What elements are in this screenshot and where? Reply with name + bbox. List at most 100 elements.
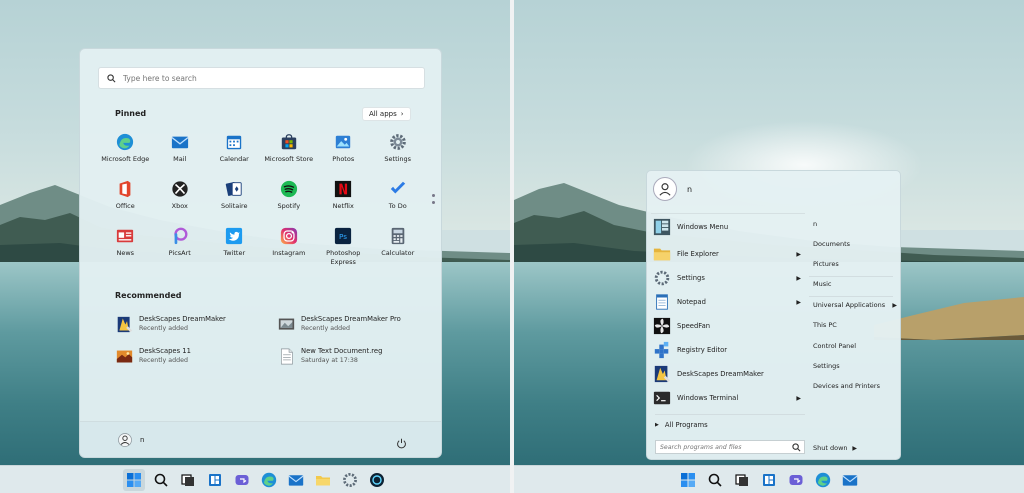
pinned-app-office[interactable]: Office — [98, 180, 153, 227]
store-icon — [280, 133, 298, 151]
pinned-app-edge[interactable]: Microsoft Edge — [98, 133, 153, 180]
photoshop-icon: Ps — [334, 227, 352, 245]
program-item-deskscapes-dreammaker[interactable]: DeskScapes DreamMaker — [653, 363, 805, 385]
pinned-app-calculator[interactable]: Calculator — [371, 227, 426, 274]
user-name: n — [140, 436, 145, 444]
recommended-item[interactable]: New Text Document.reg Saturday at 17:38 — [278, 347, 438, 365]
edge-icon — [261, 472, 276, 487]
pinned-app-spotify[interactable]: Spotify — [262, 180, 317, 227]
program-item-speedfan[interactable]: SpeedFan — [653, 315, 805, 337]
start-button[interactable] — [677, 469, 699, 491]
power-button[interactable] — [396, 434, 407, 453]
pinned-app-settings[interactable]: Settings — [371, 133, 426, 180]
taskbar-app-button[interactable] — [366, 469, 388, 491]
search-box[interactable] — [655, 440, 805, 454]
teams-chat-button[interactable] — [785, 469, 807, 491]
program-item-windows-menu[interactable]: Windows Menu — [653, 216, 805, 238]
program-item-windows-terminal[interactable]: Windows Terminal ▶ — [653, 387, 805, 409]
recommended-item[interactable]: DeskScapes DreamMaker Pro Recently added — [278, 315, 438, 333]
ring-app-icon — [369, 472, 384, 487]
task-view-button[interactable] — [731, 469, 753, 491]
pinned-heading: Pinned — [115, 109, 147, 118]
netflix-icon — [334, 180, 352, 198]
pinned-app-solitaire[interactable]: Solitaire — [207, 180, 262, 227]
user-account-button[interactable]: n — [653, 177, 692, 201]
search-icon — [792, 443, 801, 452]
pinned-app-store[interactable]: Microsoft Store — [262, 133, 317, 180]
chat-icon — [789, 474, 803, 485]
page-indicator[interactable] — [432, 194, 436, 208]
instagram-icon — [280, 227, 298, 245]
recommended-item[interactable]: DeskScapes DreamMaker Recently added — [116, 315, 276, 333]
all-apps-button[interactable]: All apps › — [362, 107, 411, 121]
classic-start-menu: n Windows Menu File Explorer ▶ Settings … — [646, 170, 901, 460]
pinned-apps-grid: Microsoft Edge Mail Calendar Microsoft S… — [98, 133, 425, 274]
pinned-app-photos[interactable]: Photos — [316, 133, 371, 180]
place-item-settings[interactable]: Settings — [813, 359, 897, 373]
program-item-file-explorer[interactable]: File Explorer ▶ — [653, 243, 805, 265]
pinned-app-mail[interactable]: Mail — [153, 133, 208, 180]
place-item-pictures[interactable]: Pictures — [813, 257, 897, 271]
pinned-app-instagram[interactable]: Instagram — [262, 227, 317, 274]
widgets-button[interactable] — [204, 469, 226, 491]
svg-text:Ps: Ps — [339, 232, 347, 241]
place-item-control-panel[interactable]: Control Panel — [813, 339, 897, 353]
cards-icon — [225, 180, 243, 198]
recommended-item[interactable]: DeskScapes 11 Recently added — [116, 347, 276, 365]
taskbar-search-button[interactable] — [150, 469, 172, 491]
windows11-screen: Pinned All apps › Microsoft Edge Mail Ca… — [0, 0, 510, 493]
programs-list: Windows Menu File Explorer ▶ Settings ▶ … — [651, 213, 805, 459]
widgets-icon — [763, 473, 775, 486]
search-input[interactable] — [123, 73, 413, 83]
place-item-universal-applications[interactable]: Universal Applications ▶ — [813, 298, 897, 312]
place-item-documents[interactable]: Documents — [813, 237, 897, 251]
mail-icon — [842, 474, 858, 486]
start-menu: Pinned All apps › Microsoft Edge Mail Ca… — [79, 48, 442, 458]
chevron-right-icon: › — [400, 110, 404, 118]
pinned-app-picsart[interactable]: PicsArt — [153, 227, 208, 274]
taskbar-search-button[interactable] — [704, 469, 726, 491]
folder-icon — [315, 475, 330, 485]
taskbar-mail-button[interactable] — [839, 469, 861, 491]
taskbar-edge-button[interactable] — [258, 469, 280, 491]
pinned-app-xbox[interactable]: Xbox — [153, 180, 208, 227]
program-item-notepad[interactable]: Notepad ▶ — [653, 291, 805, 313]
taskbar-edge-button[interactable] — [812, 469, 834, 491]
teams-chat-button[interactable] — [231, 469, 253, 491]
all-programs-button[interactable]: ▶ All Programs — [655, 414, 805, 429]
classic-shell-screen: n Windows Menu File Explorer ▶ Settings … — [514, 0, 1024, 493]
place-item-user-folder[interactable]: n — [813, 217, 897, 231]
calculator-icon — [389, 227, 407, 245]
widgets-button[interactable] — [758, 469, 780, 491]
pinned-app-news[interactable]: News — [98, 227, 153, 274]
pinned-app-twitter[interactable]: Twitter — [207, 227, 262, 274]
task-view-button[interactable] — [177, 469, 199, 491]
submenu-arrow-icon: ▶ — [796, 298, 801, 306]
taskbar-file-explorer-button[interactable] — [312, 469, 334, 491]
taskbar-settings-button[interactable] — [339, 469, 361, 491]
pinned-app-calendar[interactable]: Calendar — [207, 133, 262, 180]
program-item-settings[interactable]: Settings ▶ — [653, 267, 805, 289]
search-box[interactable] — [98, 67, 425, 89]
task-view-icon — [180, 473, 194, 486]
pinned-app-photoshop-express[interactable]: Ps Photoshop Express — [316, 227, 371, 274]
menu-separator — [809, 296, 893, 297]
user-name: n — [687, 184, 693, 194]
program-item-registry-editor[interactable]: Registry Editor — [653, 339, 805, 361]
user-account-button[interactable]: n — [118, 433, 144, 447]
windows-menu-icon — [653, 218, 671, 236]
pinned-app-netflix[interactable]: Netflix — [316, 180, 371, 227]
search-input[interactable] — [660, 443, 788, 451]
taskbar-mail-button[interactable] — [285, 469, 307, 491]
place-item-music[interactable]: Music — [813, 277, 897, 291]
place-item-this-pc[interactable]: This PC — [813, 318, 897, 332]
gear-icon — [389, 133, 407, 151]
registry-editor-icon — [653, 341, 671, 359]
start-button[interactable] — [122, 468, 145, 491]
place-item-devices-printers[interactable]: Devices and Printers — [813, 379, 897, 393]
start-footer: n — [80, 421, 441, 457]
user-icon — [118, 433, 132, 447]
pinned-app-todo[interactable]: To Do — [371, 180, 426, 227]
mail-icon — [171, 133, 189, 151]
shutdown-button[interactable]: Shut down ▶ — [813, 441, 897, 455]
